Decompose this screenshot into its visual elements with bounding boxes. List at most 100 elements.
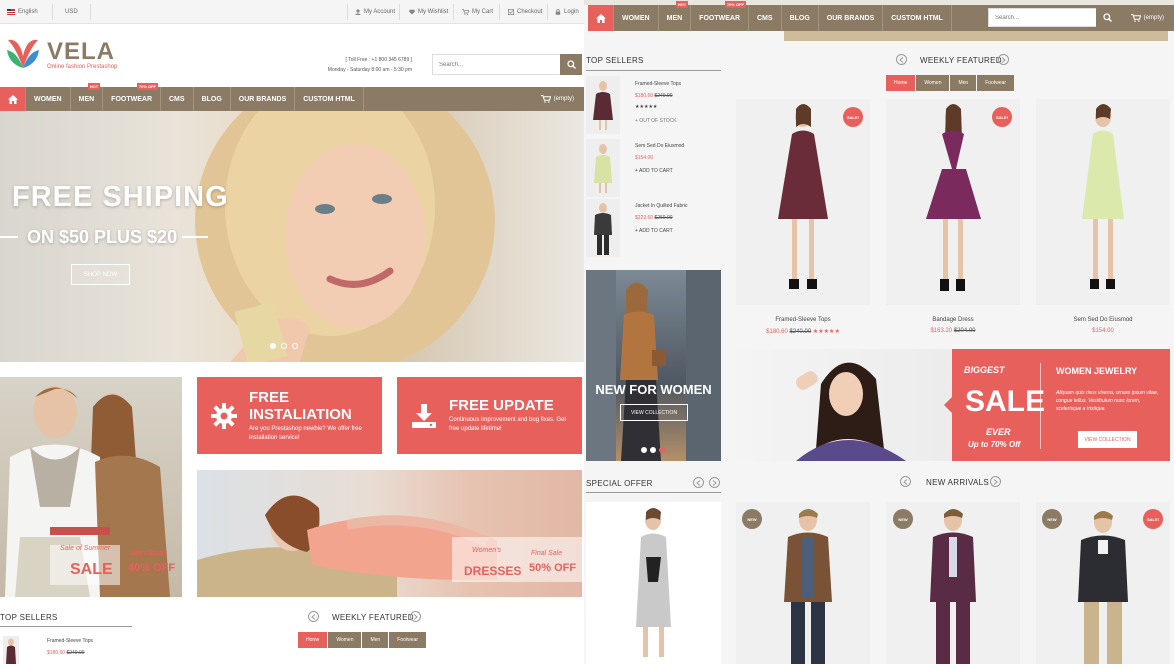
search-button[interactable] (560, 54, 582, 75)
slider-dot[interactable] (650, 447, 656, 453)
prev-arrow[interactable] (693, 477, 704, 488)
product-card[interactable]: NEW (886, 502, 1020, 664)
product-card[interactable]: NEW SALE! (1036, 502, 1170, 664)
nav-women[interactable]: WOMEN (26, 87, 71, 111)
promo-description: Continuous improvement and bug fixes. Ge… (449, 417, 567, 432)
product-image (926, 104, 981, 291)
product-name[interactable]: Sem Sed Do Eiusmod (1036, 317, 1170, 323)
prev-arrow[interactable] (900, 476, 911, 487)
product-thumbnail[interactable] (586, 199, 620, 257)
checkout-label: Checkout (517, 9, 543, 15)
view-collection-button[interactable]: VIEW COLLECTION (620, 404, 688, 421)
slider-dot[interactable] (659, 447, 665, 453)
next-arrow[interactable] (410, 611, 421, 622)
my-cart-label: My Cart (472, 9, 493, 15)
main-nav: WOMEN MEN Hot FOOTWEAR 70% Off CMS BLOG OU… (0, 83, 584, 111)
promo-free-installation[interactable]: FREE INSTALIATION Are you Prestashop new… (197, 377, 382, 454)
nav-cms[interactable]: CMS (161, 87, 194, 111)
my-wishlist-link[interactable]: My Wishlist (404, 0, 453, 24)
nav-home[interactable] (0, 87, 26, 111)
search-input[interactable] (988, 8, 1096, 27)
product-card[interactable]: SALE! (886, 99, 1020, 305)
slider-dot[interactable] (270, 343, 276, 349)
nav-men[interactable]: MEN Hot (659, 1, 692, 31)
shop-now-button[interactable]: SHOP NOW (71, 264, 130, 285)
add-to-cart-link[interactable]: + ADD TO CART (635, 166, 673, 176)
new-for-women-banner[interactable]: NEW FOR WOMEN VIEW COLLECTION (586, 270, 721, 461)
jewelry-sale-box[interactable]: BIGGEST SALE EVER Up to 70% Off WOMEN JE… (944, 349, 1170, 461)
product-thumbnail[interactable] (3, 636, 19, 664)
search-box (432, 54, 582, 75)
search-input[interactable] (432, 54, 560, 75)
dresses-banner[interactable]: Women's DRESSES Final Sale 50% OFF (197, 470, 582, 597)
tab-home[interactable]: Home (886, 75, 916, 91)
product-card[interactable]: SALE! (736, 99, 870, 305)
tab-footwear[interactable]: Footwear (977, 75, 1015, 91)
product-thumbnail[interactable] (586, 76, 620, 134)
nav-cart[interactable]: (empty) (531, 87, 584, 111)
product-old-price: $204.00 (953, 328, 976, 334)
logo-text[interactable]: VELA (47, 38, 115, 66)
logo-icon[interactable] (3, 34, 43, 72)
nav-blog[interactable]: BLOG (782, 5, 819, 31)
banner-discount: 50% OFF (529, 562, 577, 574)
nav-our-brands[interactable]: OUR BRANDS (231, 87, 296, 111)
product-name[interactable]: Framed-Sleeve Tops (635, 79, 681, 89)
slider-dot[interactable] (281, 343, 287, 349)
my-account-link[interactable]: My Account (350, 0, 400, 24)
product-name[interactable]: Framed-Sleeve Tops (47, 636, 93, 646)
add-to-cart-link[interactable]: + ADD TO CART (635, 226, 673, 236)
login-link[interactable]: Login (550, 0, 584, 24)
tab-men[interactable]: Men (362, 632, 389, 648)
my-cart-link[interactable]: My Cart (457, 0, 498, 24)
tab-men[interactable]: Men (950, 75, 977, 91)
search-button[interactable] (1096, 8, 1118, 27)
nav-men[interactable]: MEN Hot (71, 83, 104, 111)
promo-free-update[interactable]: FREE UPDATE Continuous improvement and b… (397, 377, 582, 454)
view-collection-button[interactable]: VIEW COLLECTION (1078, 431, 1137, 448)
promo-title: FREE INSTALIATION (249, 388, 352, 423)
tab-footwear[interactable]: Footwear (389, 632, 427, 648)
currency-selector[interactable]: USD (60, 0, 83, 24)
tab-women[interactable]: Women (328, 632, 362, 648)
nav-footwear[interactable]: FOOTWEAR 70% Off (103, 83, 161, 111)
slider-dot[interactable] (292, 343, 298, 349)
summer-sale-banner[interactable]: Sale of Summer SALE Jean Shorts 40% OFF (0, 377, 182, 597)
prev-arrow[interactable] (896, 54, 907, 65)
promo-description: Are you Prestashop newbie? We offer free… (249, 425, 362, 441)
jewelry-heading: WOMEN JEWELRY (1056, 366, 1138, 376)
nav-blog[interactable]: BLOG (194, 87, 231, 111)
product-card[interactable]: NEW (736, 502, 870, 664)
slider-dot[interactable] (641, 447, 647, 453)
product-price: $154.00 (1092, 328, 1114, 334)
product-name[interactable]: Jacket In Quilted Fabric (635, 201, 688, 211)
language-selector[interactable]: English (2, 0, 43, 24)
nav-footwear[interactable]: FOOTWEAR 70% Off (691, 1, 749, 31)
nav-men-label: MEN (666, 14, 683, 22)
next-arrow[interactable] (990, 476, 1001, 487)
special-offer-product[interactable] (586, 502, 721, 664)
nav-custom-html[interactable]: CUSTOM HTML (883, 5, 952, 31)
checkout-link[interactable]: Checkout (503, 0, 547, 24)
product-name[interactable]: Bandage Dress (886, 317, 1020, 323)
next-arrow[interactable] (709, 477, 720, 488)
nav-custom-html[interactable]: CUSTOM HTML (295, 87, 364, 111)
tab-home[interactable]: Home (298, 632, 328, 648)
next-arrow[interactable] (998, 54, 1009, 65)
nav-home[interactable] (588, 5, 614, 31)
out-of-stock-label: + OUT OF STOCK (635, 118, 677, 124)
nav-cms[interactable]: CMS (749, 5, 782, 31)
product-name[interactable]: Sem Sed Do Eiusmod (635, 141, 684, 151)
tab-women[interactable]: Women (916, 75, 950, 91)
nav-cart[interactable]: (empty) (1121, 5, 1174, 31)
jewelry-banner-photo[interactable] (736, 349, 952, 461)
prev-arrow[interactable] (308, 611, 319, 622)
product-card[interactable] (1036, 99, 1170, 305)
banner-script: Women's (472, 547, 501, 554)
nav-our-brands[interactable]: OUR BRANDS (819, 5, 884, 31)
product-thumbnail[interactable] (586, 139, 620, 197)
nav-women[interactable]: WOMEN (614, 5, 659, 31)
sale-badge: SALE! (1143, 509, 1163, 529)
product-name[interactable]: Framed-Sleeve Tops (736, 317, 870, 323)
product-price-row: $223.60 $260.00 (635, 213, 673, 223)
